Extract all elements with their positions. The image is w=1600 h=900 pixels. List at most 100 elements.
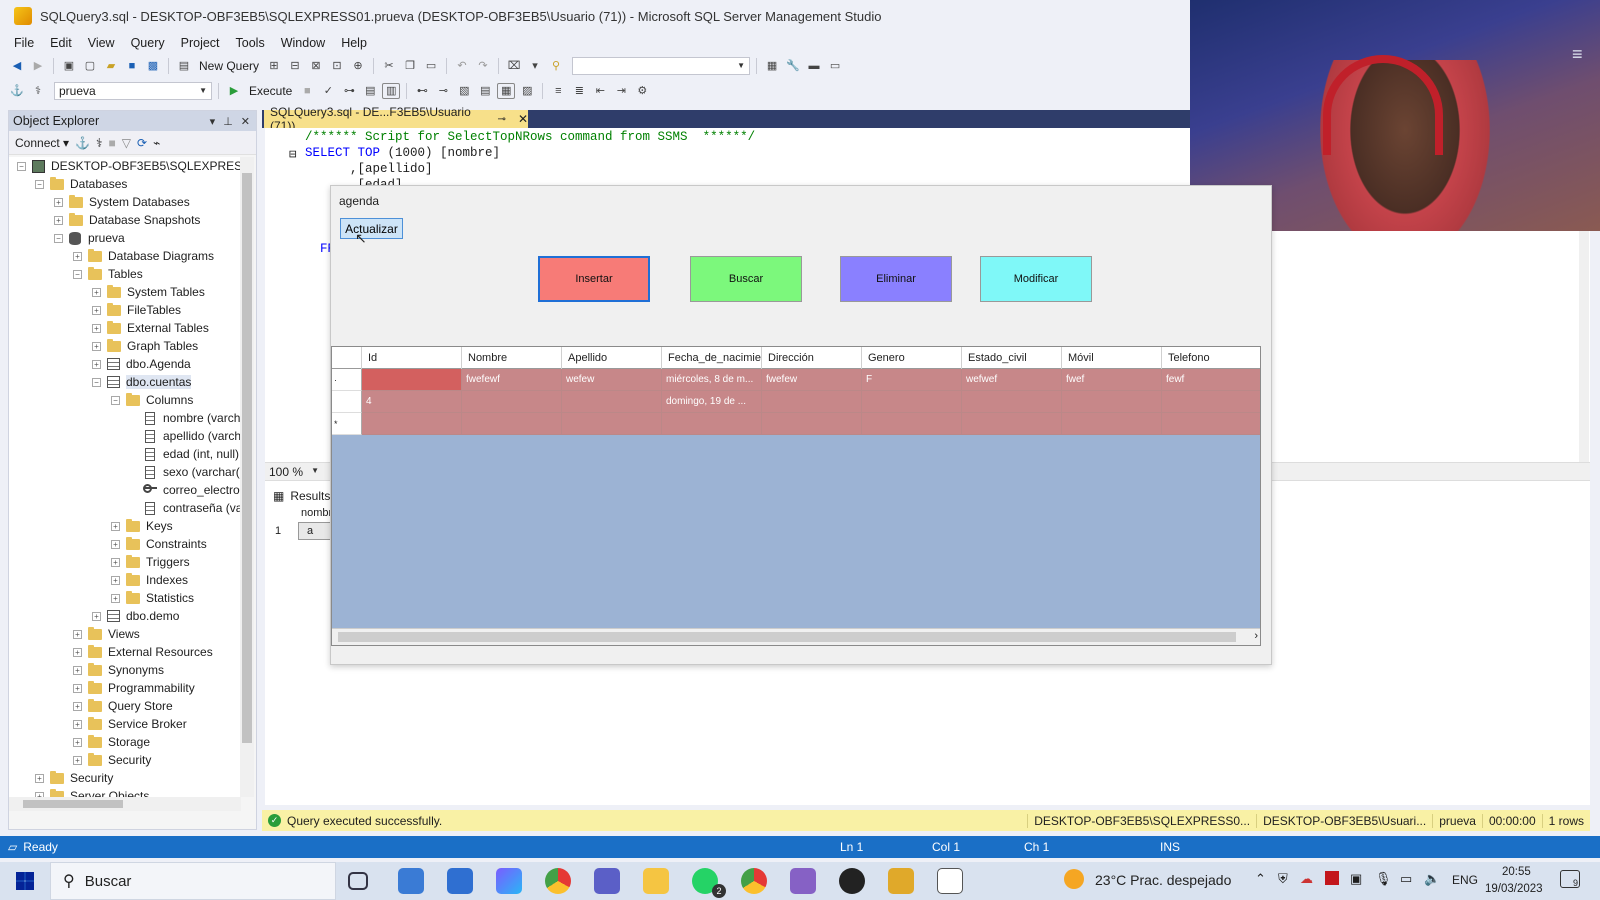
- collapse-code-icon[interactable]: ⊟: [289, 146, 297, 162]
- expand-icon[interactable]: +: [111, 539, 120, 549]
- results-to-icon[interactable]: ▥: [382, 82, 401, 99]
- eliminar-button[interactable]: Eliminar: [840, 256, 952, 302]
- collapse-icon[interactable]: −: [54, 233, 63, 243]
- grid-cell[interactable]: wefew: [562, 369, 662, 391]
- app-tray-icon[interactable]: [1325, 871, 1339, 885]
- tab-sqlquery3[interactable]: SQLQuery3.sql - DE...F3EB5\Usuario (71))…: [264, 105, 528, 133]
- tree-server-objects[interactable]: + Server Objects: [35, 787, 149, 797]
- menu-icon[interactable]: ≡: [1572, 44, 1583, 65]
- tree-keys[interactable]: + Keys: [111, 517, 173, 535]
- grid-cell[interactable]: [362, 369, 462, 391]
- modificar-button[interactable]: Modificar: [980, 256, 1092, 302]
- pin-icon[interactable]: ⊥: [223, 115, 233, 128]
- tree-column[interactable]: edad (int, null): [145, 445, 239, 463]
- copy-icon[interactable]: ❐: [401, 58, 419, 74]
- disconnect-icon[interactable]: ⚕: [96, 136, 103, 150]
- expand-icon[interactable]: +: [92, 323, 101, 333]
- file-explorer-icon[interactable]: [643, 868, 669, 894]
- grid-cell[interactable]: [1162, 391, 1260, 413]
- dropdown-icon[interactable]: ▾: [210, 115, 216, 128]
- tree-column[interactable]: contraseña (varchar(50), null): [145, 499, 241, 517]
- refresh-icon[interactable]: ⟳: [137, 136, 147, 150]
- connect-icon[interactable]: ⚓: [8, 83, 26, 99]
- new-query-button[interactable]: New Query: [196, 59, 262, 73]
- grid-cell[interactable]: fewf: [1162, 369, 1260, 391]
- activity-monitor-icon[interactable]: ⌧: [505, 58, 523, 74]
- tree-db-security[interactable]: + Security: [73, 751, 151, 769]
- tree-statistics[interactable]: + Statistics: [111, 589, 194, 607]
- row-header-new[interactable]: *: [332, 413, 362, 435]
- scrollbar-thumb[interactable]: [23, 800, 123, 808]
- database-selector[interactable]: prueva ▼: [54, 81, 212, 100]
- execute-icon[interactable]: ▶: [225, 83, 243, 99]
- cut-icon[interactable]: ✂: [380, 58, 398, 74]
- new-project-icon[interactable]: ▣: [60, 58, 78, 74]
- comment-icon[interactable]: ≡: [549, 83, 567, 99]
- agenda-app-taskbar-icon[interactable]: [937, 868, 963, 894]
- grid-cell[interactable]: F: [862, 369, 962, 391]
- grid-cell[interactable]: 4: [362, 391, 462, 413]
- new-query-icon[interactable]: ▤: [175, 58, 193, 74]
- expand-icon[interactable]: +: [92, 341, 101, 351]
- menu-view[interactable]: View: [80, 36, 123, 50]
- tree-table-demo[interactable]: + dbo.demo: [92, 607, 179, 625]
- menu-window[interactable]: Window: [273, 36, 333, 50]
- results-tab[interactable]: ▦ Results: [273, 489, 330, 503]
- grid-cell[interactable]: [562, 391, 662, 413]
- grid-cell[interactable]: [1062, 391, 1162, 413]
- results-to-grid-icon[interactable]: ▦: [497, 82, 516, 99]
- expand-icon[interactable]: +: [54, 197, 63, 207]
- client-stats-icon[interactable]: ▧: [455, 83, 473, 99]
- tree-databases[interactable]: − Databases: [35, 175, 127, 193]
- tree-system-tables[interactable]: + System Tables: [92, 283, 205, 301]
- connect-object-icon[interactable]: ⚓: [75, 136, 90, 150]
- expand-icon[interactable]: +: [111, 575, 120, 585]
- expand-icon[interactable]: +: [54, 215, 63, 225]
- collapse-icon[interactable]: −: [111, 395, 120, 405]
- undo-icon[interactable]: ↶: [453, 58, 471, 74]
- tree-column[interactable]: sexo (varchar(50), null): [145, 463, 241, 481]
- grid-cell[interactable]: [1062, 413, 1162, 435]
- results-to-file-icon[interactable]: ▨: [518, 83, 536, 99]
- uncomment-icon[interactable]: ≣: [570, 83, 588, 99]
- camera-icon[interactable]: ▣: [1350, 871, 1362, 887]
- live-stats-icon[interactable]: ⊸: [434, 83, 452, 99]
- tree-system-databases[interactable]: + System Databases: [54, 193, 190, 211]
- expand-icon[interactable]: +: [73, 629, 82, 639]
- close-icon[interactable]: ✕: [518, 112, 528, 126]
- grid-col-header[interactable]: Genero: [862, 347, 962, 369]
- tree-external-tables[interactable]: + External Tables: [92, 319, 209, 337]
- grid-cell[interactable]: [962, 391, 1062, 413]
- actualizar-button[interactable]: Actualizar: [340, 218, 403, 239]
- mdx-query-icon[interactable]: ⊟: [286, 58, 304, 74]
- cloud-icon[interactable]: ☁: [1300, 871, 1313, 887]
- grid-cell[interactable]: [962, 413, 1062, 435]
- tree-filetables[interactable]: + FileTables: [92, 301, 181, 319]
- tree-external-resources[interactable]: + External Resources: [73, 643, 213, 661]
- teams-icon[interactable]: [594, 868, 620, 894]
- tree-storage[interactable]: + Storage: [73, 733, 150, 751]
- expand-icon[interactable]: +: [73, 719, 82, 729]
- grid-cell[interactable]: [462, 391, 562, 413]
- collapse-icon[interactable]: −: [35, 179, 44, 189]
- grid-col-header[interactable]: Dirección: [762, 347, 862, 369]
- table-row[interactable]: 4 domingo, 19 de ...: [332, 391, 1260, 413]
- dropdown-icon[interactable]: ▾: [526, 58, 544, 74]
- grid-cell[interactable]: fwefew: [762, 369, 862, 391]
- ssms-taskbar-icon[interactable]: [888, 868, 914, 894]
- tree-indexes[interactable]: + Indexes: [111, 571, 188, 589]
- tree-server[interactable]: − DESKTOP-OBF3EB5\SQLEXPRESS01 (SQL Serve…: [17, 157, 241, 175]
- display-plan-icon[interactable]: ⊶: [340, 83, 358, 99]
- expand-icon[interactable]: +: [73, 701, 82, 711]
- expand-icon[interactable]: +: [111, 557, 120, 567]
- scrollbar-thumb[interactable]: [338, 632, 1236, 642]
- tree-columns[interactable]: − Columns: [111, 391, 193, 409]
- mail-icon[interactable]: [447, 868, 473, 894]
- grid-cell[interactable]: fwefewf: [462, 369, 562, 391]
- expand-icon[interactable]: +: [73, 755, 82, 765]
- task-view-icon[interactable]: [348, 872, 368, 890]
- save-icon[interactable]: ■: [123, 58, 141, 74]
- dmx-query-icon[interactable]: ⊠: [307, 58, 325, 74]
- execute-button[interactable]: Execute: [246, 84, 295, 98]
- expand-icon[interactable]: +: [92, 305, 101, 315]
